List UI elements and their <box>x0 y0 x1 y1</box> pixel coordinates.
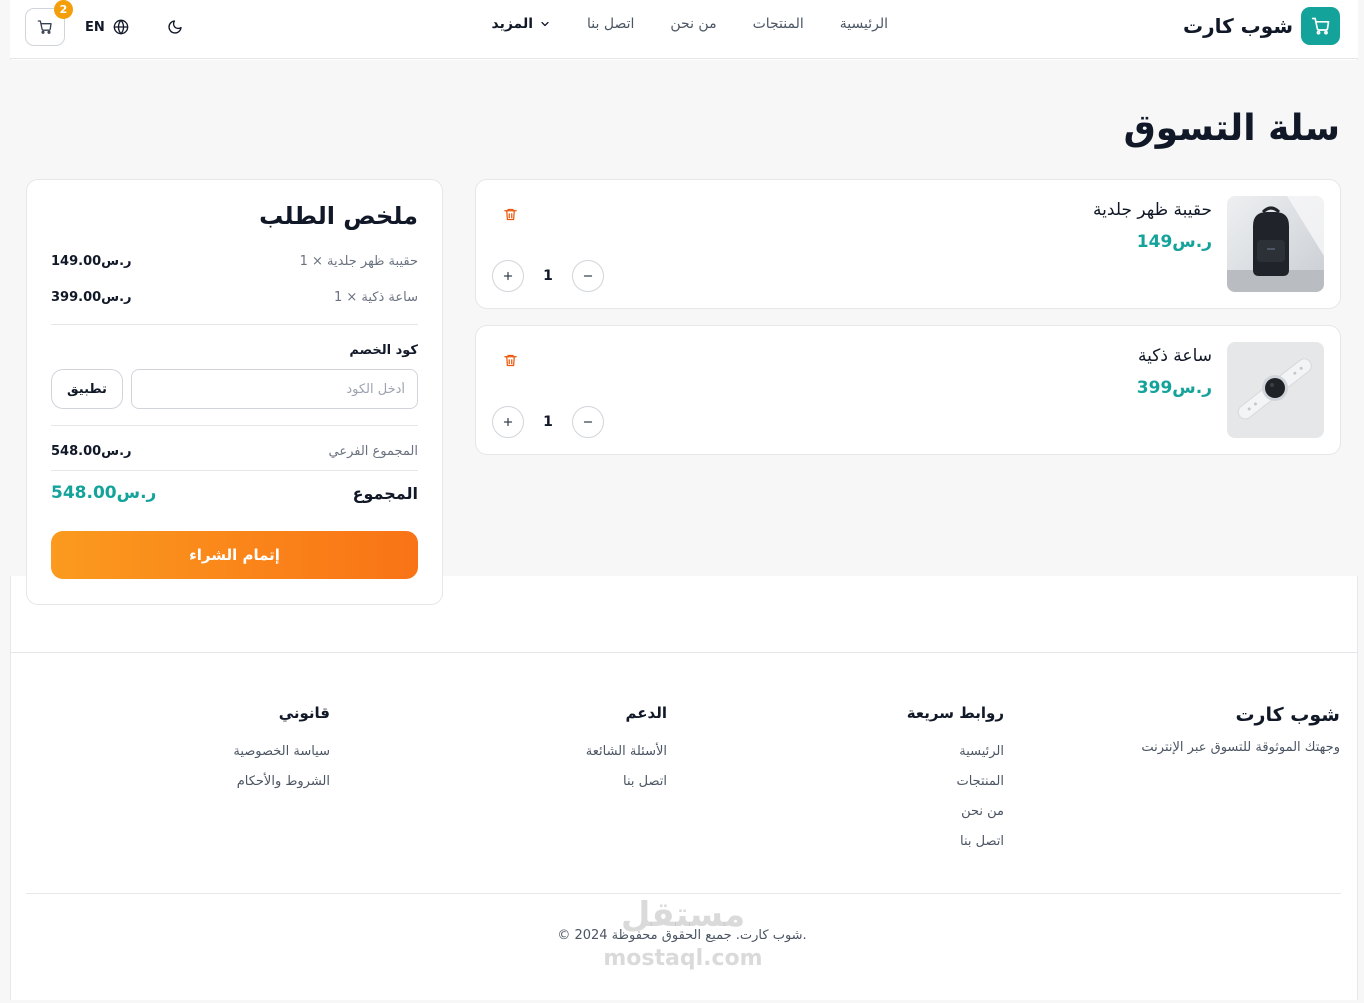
main-nav: الرئيسية المنتجات من نحن اتصل بنا المزيد <box>492 16 889 32</box>
language-label: EN <box>85 19 105 35</box>
checkout-button[interactable]: إتمام الشراء <box>51 531 418 579</box>
item-price: ر.س399 <box>1136 378 1212 398</box>
footer-quick-links: روابط سريعة الرئيسية المنتجات من نحن اتص… <box>907 704 1004 864</box>
footer-column-title: قانوني <box>278 704 330 722</box>
product-image-backpack <box>1227 196 1324 292</box>
footer-link-faq[interactable]: الأسئلة الشائعة <box>586 744 667 759</box>
nav-more-label: المزيد <box>491 16 534 32</box>
footer-tagline: وجهتك الموثوقة للتسوق عبر الإنترنت <box>1141 740 1340 755</box>
plus-icon <box>503 417 513 427</box>
summary-line: ر.س399.00 ساعة ذكية × 1 <box>51 290 418 305</box>
product-image-smartwatch <box>1227 342 1324 438</box>
footer-link-contact[interactable]: اتصل بنا <box>586 774 667 789</box>
trash-icon <box>504 354 517 367</box>
chevron-down-icon <box>541 21 549 27</box>
footer-link-privacy[interactable]: سياسة الخصوصية <box>233 744 330 759</box>
summary-line-label: حقيبة ظهر جلدية × 1 <box>299 254 418 269</box>
globe-icon <box>113 19 129 35</box>
item-name: ساعة ذكية <box>1138 346 1212 366</box>
subtotal-label: المجموع الفرعي <box>328 444 418 459</box>
trash-icon <box>504 208 517 221</box>
nav-about[interactable]: من نحن <box>670 16 716 32</box>
remove-item-button[interactable] <box>503 207 518 226</box>
remove-item-button[interactable] <box>503 353 518 372</box>
footer-divider <box>10 652 1358 653</box>
total-row: ر.س548.00 المجموع <box>51 483 418 503</box>
decrease-quantity-button[interactable] <box>572 406 604 438</box>
footer-bottom-divider <box>26 893 1341 894</box>
divider <box>51 470 418 471</box>
nav-home[interactable]: الرئيسية <box>840 16 888 32</box>
theme-toggle[interactable] <box>167 19 183 35</box>
summary-line-label: ساعة ذكية × 1 <box>333 290 418 305</box>
apply-discount-button[interactable]: تطبيق <box>51 369 123 409</box>
divider <box>51 324 418 325</box>
header-tools: 2 EN <box>25 0 183 46</box>
language-toggle[interactable]: EN <box>85 19 129 35</box>
discount-code-label: كود الخصم <box>349 343 418 358</box>
cart-item: ساعة ذكية ر.س399 1 <box>475 325 1341 455</box>
footer-link-home[interactable]: الرئيسية <box>907 744 1004 759</box>
cart-button[interactable]: 2 <box>25 0 73 46</box>
brand-name: شوب كارت <box>1182 14 1293 38</box>
total-value: ر.س548.00 <box>51 483 157 503</box>
discount-code-input[interactable] <box>131 369 418 409</box>
subtotal-row: ر.س548.00 المجموع الفرعي <box>51 444 418 459</box>
increase-quantity-button[interactable] <box>492 260 524 292</box>
footer-brand: شوب كارت وجهتك الموثوقة للتسوق عبر الإنت… <box>1141 704 1340 755</box>
footer-link-terms[interactable]: الشروط والأحكام <box>233 774 330 789</box>
summary-line-value: ر.س149.00 <box>51 254 132 269</box>
summary-title: ملخص الطلب <box>259 202 418 230</box>
brand-logo[interactable]: شوب كارت <box>1183 7 1340 45</box>
quantity-value: 1 <box>543 268 553 284</box>
footer-column-title: روابط سريعة <box>906 704 1004 722</box>
order-summary: ملخص الطلب ر.س149.00 حقيبة ظهر جلدية × 1… <box>26 179 443 605</box>
footer-legal: قانوني سياسة الخصوصية الشروط والأحكام <box>233 704 330 804</box>
subtotal-value: ر.س548.00 <box>51 444 132 459</box>
footer-link-products[interactable]: المنتجات <box>907 774 1004 789</box>
quantity-value: 1 <box>543 414 553 430</box>
footer-link-contact[interactable]: اتصل بنا <box>907 834 1004 849</box>
plus-icon <box>503 271 513 281</box>
footer-link-about[interactable]: من نحن <box>907 804 1004 819</box>
minus-icon <box>583 275 593 277</box>
nav-more-dropdown[interactable]: المزيد <box>492 16 552 32</box>
minus-icon <box>583 421 593 423</box>
cart-logo-icon <box>1301 7 1340 45</box>
cart-count-badge: 2 <box>54 0 73 19</box>
cart-icon <box>37 20 52 34</box>
item-name: حقيبة ظهر جلدية <box>1093 200 1212 220</box>
summary-line-value: ر.س399.00 <box>51 290 132 305</box>
divider <box>51 425 418 426</box>
top-header: شوب كارت الرئيسية المنتجات من نحن اتصل ب… <box>10 0 1358 59</box>
moon-icon <box>168 20 182 34</box>
summary-line: ر.س149.00 حقيبة ظهر جلدية × 1 <box>51 254 418 269</box>
footer-brand-name: شوب كارت <box>1235 704 1340 726</box>
increase-quantity-button[interactable] <box>492 406 524 438</box>
quantity-stepper: 1 <box>492 406 604 438</box>
cart-item: حقيبة ظهر جلدية ر.س149 1 <box>475 179 1341 309</box>
item-price: ر.س149 <box>1136 232 1212 252</box>
page-title: سلة التسوق <box>1123 108 1340 149</box>
footer-support: الدعم الأسئلة الشائعة اتصل بنا <box>586 704 667 804</box>
decrease-quantity-button[interactable] <box>572 260 604 292</box>
total-label: المجموع <box>352 483 418 503</box>
nav-contact[interactable]: اتصل بنا <box>587 16 634 32</box>
footer-column-title: الدعم <box>625 704 667 722</box>
copyright-text: © 2024 شوب كارت. جميع الحقوق محفوظة. <box>557 928 807 943</box>
nav-products[interactable]: المنتجات <box>753 16 804 32</box>
quantity-stepper: 1 <box>492 260 604 292</box>
